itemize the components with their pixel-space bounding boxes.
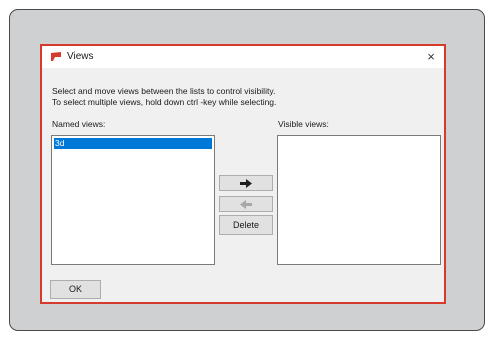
instructions-line-2: To select multiple views, hold down ctrl… bbox=[52, 97, 277, 107]
delete-button[interactable]: Delete bbox=[219, 215, 273, 235]
instructions: Select and move views between the lists … bbox=[52, 86, 276, 108]
ok-button[interactable]: OK bbox=[50, 280, 101, 299]
arrow-left-icon bbox=[240, 200, 252, 209]
views-dialog: Views × Select and move views between th… bbox=[40, 44, 446, 304]
move-to-visible-button[interactable] bbox=[219, 175, 273, 191]
title-bar: Views × bbox=[42, 46, 444, 68]
visible-views-label: Visible views: bbox=[278, 119, 329, 129]
arrow-right-icon bbox=[240, 179, 252, 188]
move-to-named-button[interactable] bbox=[219, 196, 273, 212]
named-views-label: Named views: bbox=[52, 119, 106, 129]
instructions-line-1: Select and move views between the lists … bbox=[52, 86, 276, 96]
named-views-list[interactable]: 3d bbox=[51, 135, 215, 265]
list-item[interactable]: 3d bbox=[54, 138, 212, 149]
dialog-title: Views bbox=[67, 51, 94, 62]
visible-views-list[interactable] bbox=[277, 135, 441, 265]
app-logo-icon bbox=[51, 52, 61, 61]
close-button[interactable]: × bbox=[422, 48, 440, 66]
